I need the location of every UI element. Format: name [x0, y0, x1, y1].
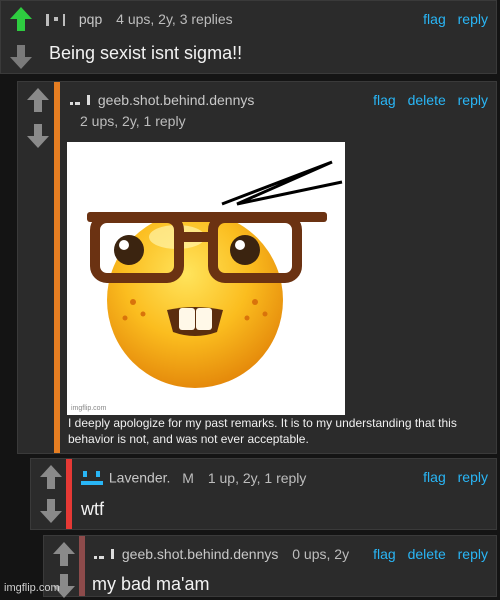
image-caption: I deeply apologize for my past remarks. … [68, 416, 457, 446]
comment-4: geeb.shot.behind.dennys 0 ups, 2y flag d… [43, 535, 497, 598]
comment-image[interactable]: imgflip.com [67, 142, 345, 415]
delete-link[interactable]: delete [408, 92, 446, 108]
comment-info: 2 ups, 2y, 1 reply [80, 113, 186, 129]
comment-2: geeb.shot.behind.dennys 2 ups, 2y, 1 rep… [17, 81, 497, 454]
comment-meta: geeb.shot.behind.dennys [68, 92, 254, 109]
username[interactable]: Lavender. [109, 470, 171, 486]
comment-actions: flag delete reply [365, 92, 488, 108]
comment-meta: pqp 4 ups, 2y, 3 replies [45, 11, 233, 28]
downvote-button[interactable] [24, 122, 52, 150]
delete-link[interactable]: delete [408, 546, 446, 562]
upvote-button[interactable] [7, 5, 35, 33]
downvote-button[interactable] [37, 497, 65, 525]
comment-info: 4 ups, 2y, 3 replies [116, 11, 233, 27]
reply-link[interactable]: reply [458, 92, 488, 108]
username[interactable]: geeb.shot.behind.dennys [122, 546, 278, 562]
thread-line [66, 459, 72, 529]
mod-badge: M [182, 469, 194, 486]
comment-body: wtf [81, 499, 105, 519]
avatar[interactable] [68, 93, 94, 109]
avatar[interactable] [45, 12, 75, 28]
thread-line [54, 82, 60, 453]
username[interactable]: pqp [79, 11, 102, 27]
comment-1: pqp 4 ups, 2y, 3 replies flag reply Bein… [0, 0, 497, 74]
site-watermark: imgflip.com [4, 582, 60, 594]
up-arrow-icon [53, 542, 75, 566]
comment-actions: flag delete reply [365, 546, 488, 562]
down-arrow-icon [27, 124, 49, 148]
up-arrow-icon [10, 7, 32, 31]
comment-3: Lavender. M 1 up, 2y, 1 reply flag reply… [30, 458, 497, 530]
comment-meta: Lavender. M 1 up, 2y, 1 reply [79, 469, 306, 489]
username[interactable]: geeb.shot.behind.dennys [98, 92, 254, 108]
comment-info: 1 up, 2y, 1 reply [207, 469, 307, 486]
thread-line [79, 536, 85, 596]
avatar[interactable] [92, 547, 118, 563]
flag-link[interactable]: flag [423, 469, 446, 485]
upvote-button[interactable] [37, 463, 65, 491]
nerd-face-emoji-icon [67, 142, 345, 415]
up-arrow-icon [40, 465, 62, 489]
avatar[interactable] [79, 469, 105, 489]
comment-body: Being sexist isnt sigma!! [49, 43, 243, 63]
upvote-button[interactable] [24, 86, 52, 114]
reply-link[interactable]: reply [458, 11, 488, 27]
down-arrow-icon [40, 499, 62, 523]
reply-link[interactable]: reply [458, 469, 488, 485]
upvote-button[interactable] [50, 540, 78, 568]
up-arrow-icon [27, 88, 49, 112]
downvote-button[interactable] [7, 43, 35, 71]
comment-body: my bad ma'am [92, 574, 210, 594]
image-watermark: imgflip.com [71, 405, 107, 412]
comment-info: 0 ups, 2y [292, 546, 350, 562]
comment-actions: flag reply [415, 469, 488, 485]
flag-link[interactable]: flag [373, 546, 396, 562]
flag-link[interactable]: flag [423, 11, 446, 27]
comment-meta: geeb.shot.behind.dennys 0 ups, 2y [92, 546, 349, 563]
reply-link[interactable]: reply [458, 546, 488, 562]
flag-link[interactable]: flag [373, 92, 396, 108]
comment-actions: flag reply [415, 11, 488, 27]
down-arrow-icon [10, 45, 32, 69]
